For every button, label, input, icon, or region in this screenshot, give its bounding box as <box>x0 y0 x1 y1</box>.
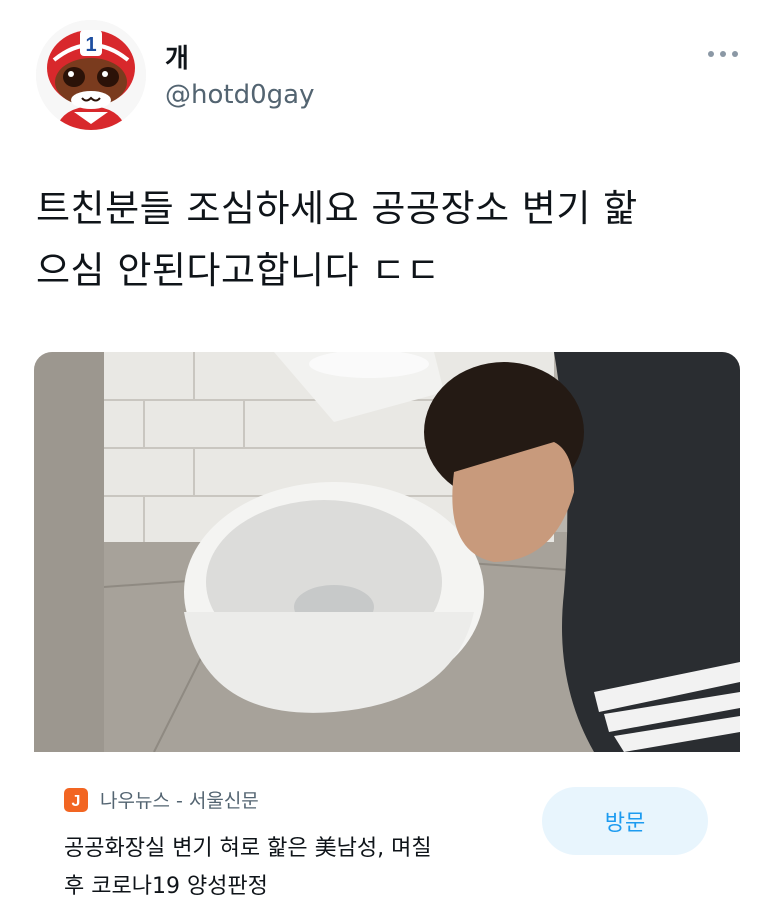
more-options-button[interactable] <box>703 40 743 68</box>
tweet-text-line: 으심 안된다고합니다 ㄷㄷ <box>36 249 441 292</box>
link-preview-card[interactable]: J 나우뉴스 - 서울신문 공공화장실 변기 혀로 핥은 美남성, 며칠 후 코… <box>34 352 740 904</box>
news-logo-icon: J <box>64 787 88 812</box>
visit-button[interactable]: 방문 <box>542 787 708 855</box>
mascot-avatar-image: 1 <box>36 20 146 130</box>
tweet-text: 트친분들 조심하세요 공공장소 변기 핥 으심 안된다고합니다 ㄷㄷ <box>36 178 751 302</box>
tweet-text-line: 트친분들 조심하세요 공공장소 변기 핥 <box>36 187 638 230</box>
card-headline-line: 후 코로나19 양성판정 <box>64 874 268 899</box>
user-handle[interactable]: @hotd0gay <box>165 80 314 110</box>
svg-text:J: J <box>72 793 81 810</box>
more-dots-icon <box>708 51 738 57</box>
card-preview-image <box>34 352 740 752</box>
card-headline[interactable]: 공공화장실 변기 혀로 핥은 美남성, 며칠 후 코로나19 양성판정 <box>64 830 534 904</box>
display-name[interactable]: 개 <box>165 38 189 75</box>
card-source: J 나우뉴스 - 서울신문 <box>64 786 259 813</box>
avatar-number: 1 <box>85 34 96 56</box>
avatar[interactable]: 1 <box>36 20 146 130</box>
card-source-text: 나우뉴스 - 서울신문 <box>100 790 259 812</box>
card-headline-line: 공공화장실 변기 혀로 핥은 美남성, 며칠 <box>64 836 432 861</box>
